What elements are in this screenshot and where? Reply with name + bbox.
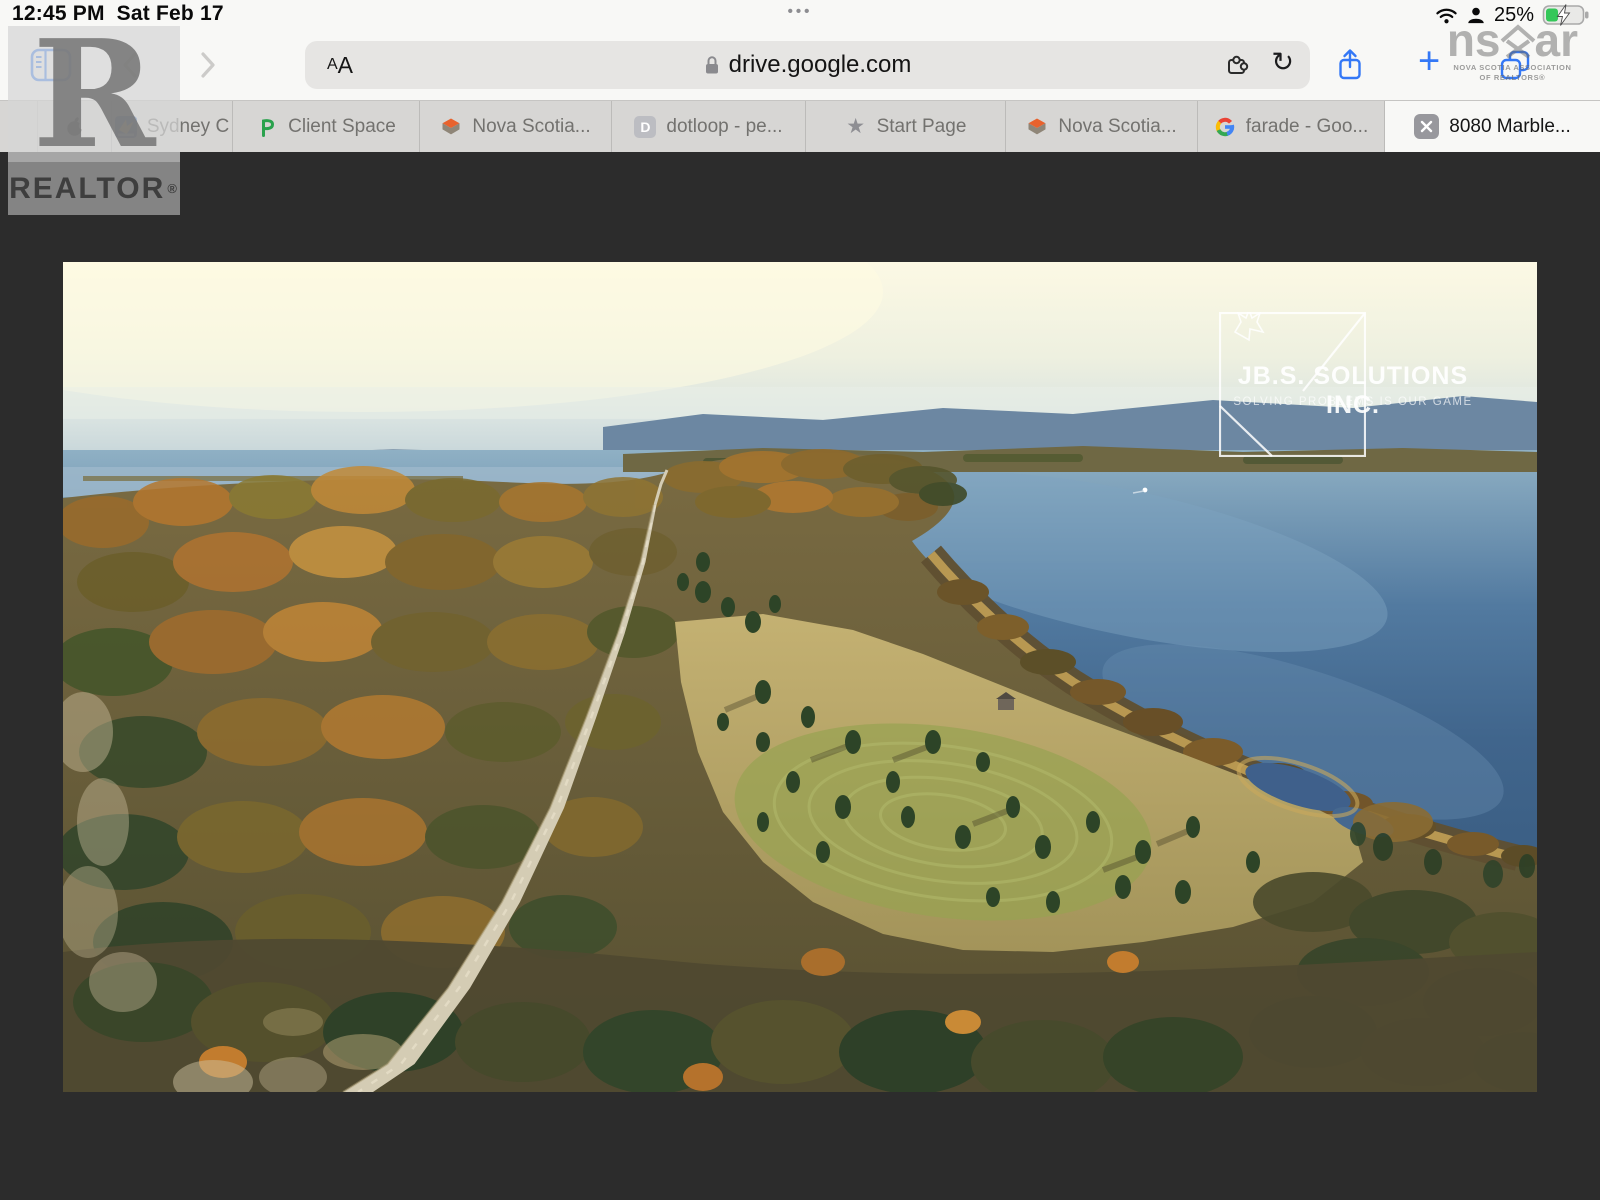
tab-label: 8080 Marble...	[1449, 116, 1570, 138]
safari-toolbar: AA drive.google.com ↻ +	[0, 30, 1600, 100]
sidebar-toggle-icon[interactable]	[30, 48, 72, 82]
tab-apple[interactable]	[38, 101, 112, 152]
tab-sydney[interactable]: Sydney C	[112, 101, 233, 152]
tab-8080-marble-active[interactable]: 8080 Marble...	[1385, 101, 1600, 152]
wifi-icon	[1435, 5, 1458, 25]
star-icon: ★	[845, 116, 867, 138]
viewpoint-cube-favicon	[440, 116, 462, 138]
multitask-handle-icon[interactable]: •••	[0, 3, 1600, 20]
viewpoint-cube-favicon	[1026, 116, 1048, 138]
reload-icon[interactable]: ↻	[1271, 47, 1294, 78]
tab-label: dotloop - pe...	[666, 116, 782, 138]
tab-label: Start Page	[877, 116, 967, 138]
tab-label: farade - Goo...	[1246, 116, 1369, 138]
lock-icon	[704, 55, 720, 76]
back-icon[interactable]	[122, 51, 138, 79]
close-icon[interactable]	[1414, 114, 1439, 139]
aerial-photo-scene	[63, 262, 1537, 1092]
extension-icon[interactable]	[1225, 52, 1252, 78]
address-bar[interactable]: AA drive.google.com ↻	[305, 41, 1310, 89]
tab-dotloop[interactable]: D dotloop - pe...	[612, 101, 806, 152]
tab-bar-spacer	[0, 101, 38, 152]
tab-start-page[interactable]: ★ Start Page	[806, 101, 1006, 152]
new-tab-icon[interactable]: +	[1418, 41, 1440, 84]
forward-icon[interactable]	[200, 51, 216, 79]
tab-nova-scotia-1[interactable]: Nova Scotia...	[420, 101, 612, 152]
person-icon	[1466, 5, 1486, 25]
url-text: drive.google.com	[729, 51, 912, 79]
tab-nova-scotia-2[interactable]: Nova Scotia...	[1006, 101, 1198, 152]
tab-farade-google[interactable]: farade - Goo...	[1198, 101, 1385, 152]
share-icon[interactable]	[1336, 48, 1364, 82]
tab-label: Nova Scotia...	[1058, 116, 1176, 138]
tab-label: Client Space	[288, 116, 396, 138]
client-space-favicon	[256, 116, 278, 138]
google-favicon	[1214, 116, 1236, 138]
sydney-eagle-favicon	[115, 116, 137, 138]
tab-client-space[interactable]: Client Space	[233, 101, 420, 152]
drive-preview-area: JB.S. SOLUTIONS INC. SOLVING PROBLEMS IS…	[0, 152, 1600, 1200]
apple-icon	[64, 116, 86, 138]
status-bar: 12:45 PM Sat Feb 17 ••• 25%	[0, 0, 1600, 30]
dotloop-favicon: D	[634, 116, 656, 138]
tab-label: Sydney C	[147, 116, 229, 138]
battery-percent: 25%	[1494, 4, 1534, 27]
battery-icon	[1542, 3, 1592, 27]
listing-photo[interactable]: JB.S. SOLUTIONS INC. SOLVING PROBLEMS IS…	[63, 262, 1537, 1092]
tab-bar: Sydney C Client Space Nova Scotia... D d…	[0, 100, 1600, 152]
tabs-overview-icon[interactable]	[1498, 49, 1532, 81]
tab-label: Nova Scotia...	[472, 116, 590, 138]
